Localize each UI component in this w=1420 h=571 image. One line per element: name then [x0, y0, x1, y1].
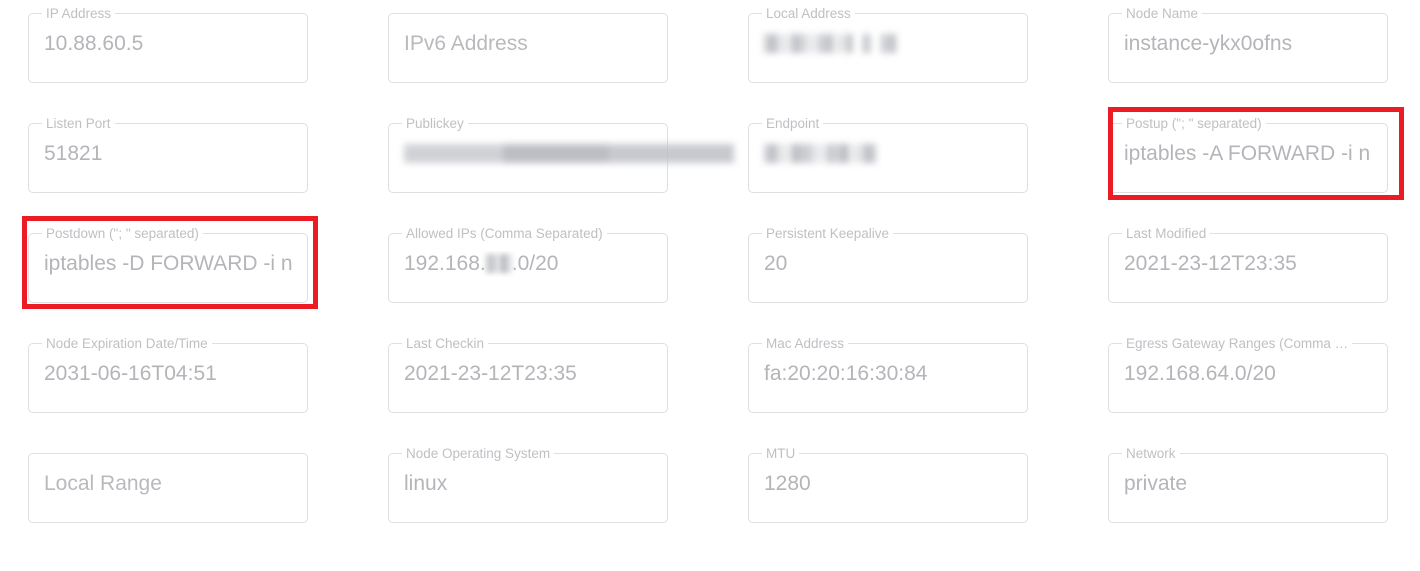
field-label-postdown: Postdown ("; " separated): [42, 226, 203, 241]
field-value-listen-port[interactable]: 51821: [44, 141, 295, 167]
field-cell-allowed-ips: Allowed IPs (Comma Separated) 192.168. .0/…: [388, 226, 668, 303]
field-value-network[interactable]: private: [1124, 471, 1375, 497]
field-label-node-operating-system: Node Operating System: [402, 446, 555, 461]
field-cell-postdown: Postdown ("; " separated) iptables -D FOR…: [28, 226, 308, 303]
text-field-listen-port[interactable]: Listen Port 51821: [28, 116, 308, 193]
field-cell-ipv6-address: IPv6 Address: [388, 13, 668, 83]
text-field-allowed-ips[interactable]: Allowed IPs (Comma Separated) 192.168. .0/…: [388, 226, 668, 303]
field-value-last-checkin[interactable]: 2021-23-12T23:35: [404, 361, 655, 387]
field-value-publickey[interactable]: kPx8Fm2qTzR7vLn4WcYb9sJdHgA1eUoIpZtXrNvM…: [404, 141, 655, 167]
field-value-node-operating-system[interactable]: linux: [404, 471, 655, 497]
field-value-postup[interactable]: iptables -A FORWARD -i n: [1124, 141, 1375, 167]
field-label-last-checkin: Last Checkin: [402, 336, 489, 351]
field-value-last-modified[interactable]: 2021-23-12T23:35: [1124, 251, 1375, 277]
text-field-publickey[interactable]: Publickey kPx8Fm2qTzR7vLn4WcYb9sJdHgA1eUo…: [388, 116, 734, 193]
field-label-ip-address: IP Address: [42, 6, 116, 21]
text-field-network[interactable]: Network private: [1108, 446, 1388, 523]
text-field-postdown[interactable]: Postdown ("; " separated) iptables -D FOR…: [28, 226, 308, 303]
field-value-ip-address[interactable]: 10.88.60.5: [44, 31, 295, 57]
field-cell-node-expiration: Node Expiration Date/Time 2031-06-16T04:5…: [28, 336, 308, 413]
field-cell-node-operating-system: Node Operating System linux: [388, 446, 668, 523]
redacted-octet: [485, 254, 512, 273]
field-cell-network: Network private: [1108, 446, 1388, 523]
field-label-node-expiration: Node Expiration Date/Time: [42, 336, 212, 351]
field-value-egress-gateway-ranges[interactable]: 192.168.64.0/20: [1124, 361, 1375, 387]
field-label-node-name: Node Name: [1122, 6, 1203, 21]
field-label-egress-gateway-ranges: Egress Gateway Ranges (Comma …: [1122, 336, 1353, 351]
text-field-endpoint[interactable]: Endpoint 18.222.104.31: [748, 116, 1028, 193]
field-value-mac-address[interactable]: fa:20:20:16:30:84: [764, 361, 1015, 387]
field-cell-persistent-keepalive: Persistent Keepalive 20: [748, 226, 1028, 303]
field-value-node-expiration[interactable]: 2031-06-16T04:51: [44, 361, 295, 387]
field-value-allowed-ips[interactable]: 192.168. .0/20: [404, 251, 655, 277]
field-cell-last-modified: Last Modified 2021-23-12T23:35: [1108, 226, 1388, 303]
text-field-node-operating-system[interactable]: Node Operating System linux: [388, 446, 668, 523]
field-cell-ip-address: IP Address 10.88.60.5: [28, 6, 308, 83]
field-label-local-address: Local Address: [762, 6, 855, 21]
field-value-endpoint[interactable]: 18.222.104.31: [764, 141, 1015, 167]
text-field-mtu[interactable]: MTU 1280: [748, 446, 1028, 523]
field-label-endpoint: Endpoint: [762, 116, 824, 131]
field-cell-local-range: Local Range: [28, 453, 308, 523]
field-cell-egress-gateway-ranges: Egress Gateway Ranges (Comma … 192.168.64…: [1108, 336, 1388, 413]
field-label-persistent-keepalive: Persistent Keepalive: [762, 226, 894, 241]
field-cell-publickey: Publickey kPx8Fm2qTzR7vLn4WcYb9sJdHgA1eUo…: [388, 116, 734, 193]
field-value-persistent-keepalive[interactable]: 20: [764, 251, 1015, 277]
text-field-last-modified[interactable]: Last Modified 2021-23-12T23:35: [1108, 226, 1388, 303]
node-details-form: IP Address 10.88.60.5 IPv6 Address Local Ad…: [0, 0, 1420, 571]
field-cell-mtu: MTU 1280: [748, 446, 1028, 523]
field-label-mtu: MTU: [762, 446, 800, 461]
text-field-last-checkin[interactable]: Last Checkin 2021-23-12T23:35: [388, 336, 668, 413]
text-field-node-expiration[interactable]: Node Expiration Date/Time 2031-06-16T04:5…: [28, 336, 308, 413]
field-cell-postup: Postup ("; " separated) iptables -A FORWA…: [1108, 116, 1388, 193]
field-label-last-modified: Last Modified: [1122, 226, 1211, 241]
field-cell-last-checkin: Last Checkin 2021-23-12T23:35: [388, 336, 668, 413]
field-cell-local-address: Local Address 10.88.60.5 / 24: [748, 6, 1028, 83]
field-value-ipv6-address[interactable]: IPv6 Address: [404, 31, 655, 57]
text-field-egress-gateway-ranges[interactable]: Egress Gateway Ranges (Comma … 192.168.64…: [1108, 336, 1388, 413]
field-label-network: Network: [1122, 446, 1180, 461]
field-value-mtu[interactable]: 1280: [764, 471, 1015, 497]
field-label-publickey: Publickey: [402, 116, 468, 131]
text-field-local-address[interactable]: Local Address 10.88.60.5 / 24: [748, 6, 1028, 83]
text-field-mac-address[interactable]: Mac Address fa:20:20:16:30:84: [748, 336, 1028, 413]
field-label-allowed-ips: Allowed IPs (Comma Separated): [402, 226, 607, 241]
text-field-ipv6-address[interactable]: IPv6 Address: [388, 13, 668, 83]
field-label-postup: Postup ("; " separated): [1122, 116, 1266, 131]
field-label-listen-port: Listen Port: [42, 116, 115, 131]
field-value-postdown[interactable]: iptables -D FORWARD -i n: [44, 251, 295, 277]
text-field-ip-address[interactable]: IP Address 10.88.60.5: [28, 6, 308, 83]
field-label-mac-address: Mac Address: [762, 336, 849, 351]
text-field-postup[interactable]: Postup ("; " separated) iptables -A FORWA…: [1108, 116, 1388, 193]
text-field-node-name[interactable]: Node Name instance-ykx0ofns: [1108, 6, 1388, 83]
field-cell-endpoint: Endpoint 18.222.104.31: [748, 116, 1028, 193]
field-value-local-range[interactable]: Local Range: [44, 471, 295, 497]
field-value-local-address[interactable]: 10.88.60.5 / 24: [764, 31, 1015, 57]
field-cell-listen-port: Listen Port 51821: [28, 116, 308, 193]
text-field-persistent-keepalive[interactable]: Persistent Keepalive 20: [748, 226, 1028, 303]
field-value-node-name[interactable]: instance-ykx0ofns: [1124, 31, 1375, 57]
field-cell-mac-address: Mac Address fa:20:20:16:30:84: [748, 336, 1028, 413]
field-cell-node-name: Node Name instance-ykx0ofns: [1108, 6, 1388, 83]
text-field-local-range[interactable]: Local Range: [28, 453, 308, 523]
